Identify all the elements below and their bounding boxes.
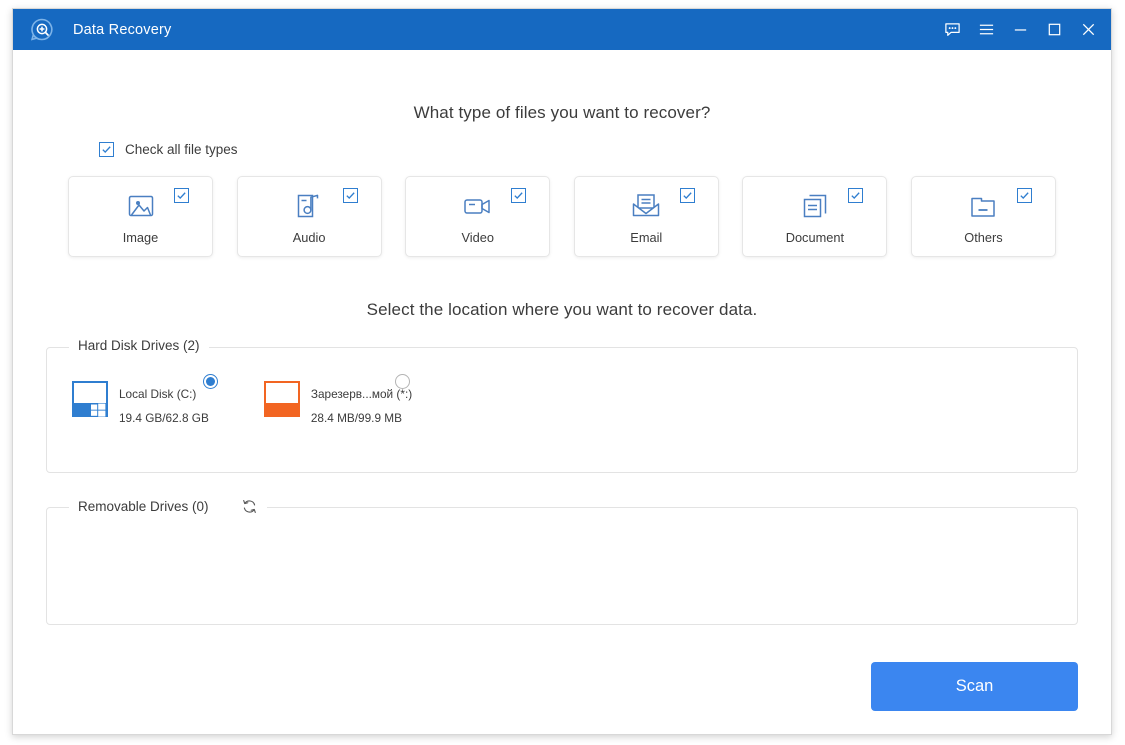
audio-checkbox[interactable]	[342, 188, 358, 203]
check-all-file-types[interactable]: Check all file types	[99, 142, 238, 157]
drive-info: Зарезерв...мой (*:) 28.4 MB/99.9 MB	[311, 385, 412, 425]
email-icon	[630, 190, 662, 222]
check-all-checkbox[interactable]	[99, 142, 114, 157]
refresh-icon[interactable]	[241, 498, 258, 515]
drive-size: 19.4 GB/62.8 GB	[119, 411, 209, 425]
file-type-card-video[interactable]: Video	[405, 176, 551, 257]
removable-drives-panel: Removable Drives (0)	[46, 498, 1078, 625]
video-icon	[462, 190, 494, 222]
page-title-location: Select the location where you want to re…	[366, 300, 758, 319]
minimize-button[interactable]	[1003, 14, 1037, 46]
file-type-card-email[interactable]: Email	[573, 176, 719, 257]
feedback-button[interactable]	[935, 14, 969, 46]
hard-disk-drives-legend: Hard Disk Drives (2)	[69, 338, 209, 353]
folder-icon	[968, 190, 998, 222]
app-title: Data Recovery	[73, 21, 172, 38]
video-checkbox[interactable]	[511, 188, 527, 203]
hard-disk-drives-list: Local Disk (C:) 19.4 GB/62.8 GB Зарезерв…	[47, 348, 1077, 425]
file-type-cards: Image Audio Video Email Document Others	[46, 176, 1078, 257]
menu-button[interactable]	[969, 14, 1003, 46]
drive-radio-reserved[interactable]	[394, 374, 410, 389]
close-button[interactable]	[1071, 14, 1105, 46]
hard-disk-drives-panel: Hard Disk Drives (2) Local Disk (C:) 19.…	[46, 338, 1078, 473]
maximize-button[interactable]	[1037, 14, 1071, 46]
removable-drives-legend: Removable Drives (0)	[69, 498, 267, 515]
footer-bar: Scan	[871, 638, 1078, 734]
image-icon	[126, 190, 156, 222]
drive-name: Local Disk (C:)	[119, 387, 197, 401]
drive-size: 28.4 MB/99.9 MB	[310, 411, 402, 425]
email-checkbox[interactable]	[679, 188, 695, 203]
app-window: Data Recovery What type of files you wan…	[12, 8, 1112, 735]
file-type-card-others[interactable]: Others	[910, 176, 1056, 257]
file-type-card-document[interactable]: Document	[742, 176, 888, 257]
window-controls	[935, 14, 1105, 46]
video-label: Video	[461, 230, 494, 245]
document-icon	[800, 190, 830, 222]
image-label: Image	[122, 230, 159, 245]
magnifier-plus-bubble-icon	[29, 17, 55, 43]
document-checkbox[interactable]	[848, 188, 864, 203]
scan-button[interactable]: Scan	[871, 661, 1078, 711]
title-bar: Data Recovery	[13, 9, 1111, 50]
file-type-card-audio[interactable]: Audio	[236, 176, 382, 257]
removable-drives-label: Removable Drives (0)	[78, 499, 209, 514]
page-title-file-types: What type of files you want to recover?	[413, 103, 711, 122]
others-checkbox[interactable]	[1016, 188, 1032, 203]
drive-radio-local-disk-c[interactable]	[203, 374, 218, 389]
audio-icon	[294, 190, 324, 222]
image-checkbox[interactable]	[174, 188, 189, 203]
drive-icon	[263, 380, 300, 420]
email-label: Email	[630, 230, 663, 245]
check-all-label: Check all file types	[125, 142, 238, 157]
main-content: What type of files you want to recover? …	[13, 50, 1111, 734]
others-label: Others	[964, 230, 1003, 245]
document-label: Document	[785, 230, 845, 245]
hard-disk-drives-label: Hard Disk Drives (2)	[78, 338, 200, 353]
drive-info: Local Disk (C:) 19.4 GB/62.8 GB	[119, 385, 209, 425]
audio-label: Audio	[292, 230, 326, 245]
file-type-card-image[interactable]: Image	[68, 176, 213, 257]
drive-item-reserved[interactable]: Зарезерв...мой (*:) 28.4 MB/99.9 MB	[263, 374, 412, 425]
drive-name: Зарезерв...мой (*:)	[310, 387, 413, 401]
windows-drive-icon	[72, 380, 108, 420]
drive-item-local-disk-c[interactable]: Local Disk (C:) 19.4 GB/62.8 GB	[72, 374, 218, 425]
